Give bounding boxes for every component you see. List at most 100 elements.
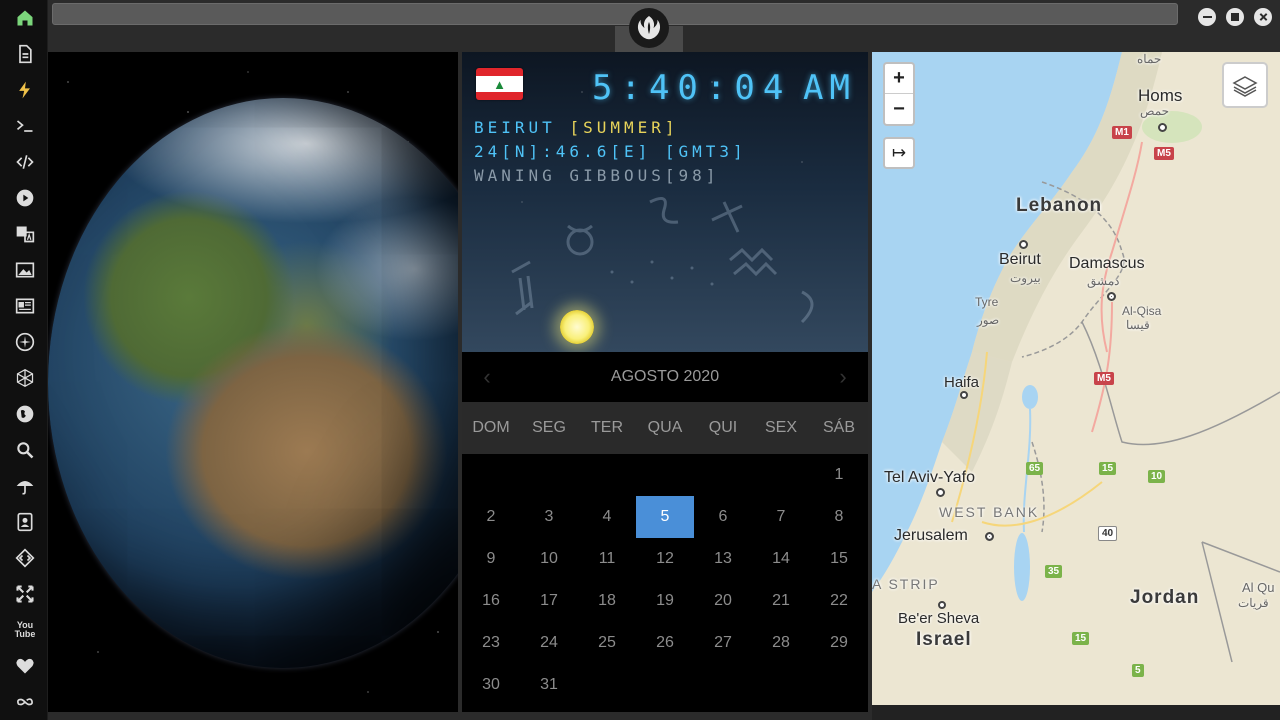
lightning-icon	[19, 81, 30, 99]
calendar-day[interactable]: 3	[520, 496, 578, 538]
sidebar-item-expand-arrows[interactable]	[12, 581, 38, 607]
calendar-grid: 1 2 3 4 5 6 7 8 9 10 11 12 13 14 15 16 17 18 19 20 21 22 23 24 2…	[462, 454, 868, 706]
sidebar-item-code[interactable]	[12, 149, 38, 175]
sidebar-item-image[interactable]	[12, 257, 38, 283]
sidebar-item-infinity-cloud[interactable]	[12, 689, 38, 715]
calendar-day[interactable]: 18	[578, 580, 636, 622]
sidebar-item-terminal[interactable]	[12, 113, 38, 139]
weekday-header: SEX	[764, 419, 797, 436]
calendar-day[interactable]: 22	[810, 580, 868, 622]
clock-coords: 24[N]:46.6[E] [GMT3]	[474, 142, 747, 161]
calendar-day[interactable]: 21	[752, 580, 810, 622]
sidebar-item-lightning[interactable]	[12, 77, 38, 103]
map-label-israel: Israel	[916, 629, 972, 650]
calendar-week-row: 16 17 18 19 20 21 22	[462, 580, 868, 622]
calendar-day[interactable]: 20	[694, 580, 752, 622]
map-label-gaza-strip: A STRIP	[872, 576, 940, 592]
calendar-day[interactable]: 15	[810, 538, 868, 580]
map-dot-beirut	[1019, 240, 1028, 249]
calendar-day[interactable]: 30	[462, 664, 520, 706]
rebel-alliance-icon	[637, 16, 661, 40]
sidebar-item-search[interactable]	[12, 437, 38, 463]
sidebar-item-youtube[interactable]: You Tube	[12, 617, 38, 643]
map-view[interactable]: حماه Homs حمص M1 M5 Lebanon Beirut بيروت…	[872, 52, 1280, 705]
hexagon-icon	[16, 368, 34, 388]
calendar-day[interactable]: 29	[810, 622, 868, 664]
layers-button[interactable]	[1222, 62, 1268, 108]
road-shield-m5: M5	[1154, 147, 1174, 160]
calendar-next-button[interactable]: ›	[830, 364, 856, 390]
calendar-day[interactable]: 11	[578, 538, 636, 580]
play-icon	[16, 189, 34, 207]
calendar-week-row: 2345678	[462, 496, 868, 538]
address-bar[interactable]	[52, 3, 1178, 25]
sidebar-item-rebel-alliance[interactable]	[12, 329, 38, 355]
calendar-day[interactable]: 23	[462, 622, 520, 664]
sidebar-item-translate[interactable]	[12, 221, 38, 247]
sidebar-item-globe[interactable]	[12, 401, 38, 427]
calendar-empty-cell	[636, 454, 694, 496]
map-label-al-qu: Al Qu	[1242, 580, 1275, 595]
map-label-jerusalem: Jerusalem	[894, 527, 968, 544]
map-dot-tel-aviv	[936, 488, 945, 497]
calendar-day[interactable]: 10	[520, 538, 578, 580]
calendar-empty-cell	[694, 664, 752, 706]
calendar-day[interactable]: 31	[520, 664, 578, 706]
calendar-day[interactable]: 12	[636, 538, 694, 580]
calendar-day[interactable]: 7	[752, 496, 810, 538]
sidebar-item-newspaper[interactable]	[12, 293, 38, 319]
sidebar-item-hexagon[interactable]	[12, 365, 38, 391]
map-label-beirut-ar: بيروت	[1010, 271, 1041, 285]
road-shield-65: 65	[1026, 462, 1044, 475]
sidebar-item-heart[interactable]	[12, 653, 38, 679]
road-shield-15-south: 15	[1072, 632, 1090, 645]
rebel-alliance-logo[interactable]	[629, 8, 669, 48]
calendar-day[interactable]: 2	[462, 496, 520, 538]
maximize-button[interactable]	[1226, 8, 1244, 26]
calendar-day[interactable]: 9	[462, 538, 520, 580]
calendar-day[interactable]: 8	[810, 496, 868, 538]
terminal-icon	[16, 120, 33, 132]
map-dot-jerusalem	[985, 532, 994, 541]
road-shield-m5-south: M5	[1094, 372, 1114, 385]
calendar-day[interactable]: 4	[578, 496, 636, 538]
calendar-day[interactable]: 25	[578, 622, 636, 664]
calendar-day[interactable]: 24	[520, 622, 578, 664]
calendar-day[interactable]: 16	[462, 580, 520, 622]
sidebar-item-home[interactable]	[12, 5, 38, 31]
minimize-button[interactable]	[1198, 8, 1216, 26]
calendar-day[interactable]: 5	[636, 496, 694, 538]
sidebar-item-document[interactable]	[12, 41, 38, 67]
calendar-day[interactable]: 19	[636, 580, 694, 622]
map-label-alqisa-ar: قيسا	[1126, 318, 1150, 332]
close-button[interactable]	[1254, 8, 1272, 26]
calendar-day[interactable]: 14	[752, 538, 810, 580]
lebanon-flag-icon: ▲	[476, 68, 523, 100]
calendar-day[interactable]: 17	[520, 580, 578, 622]
calendar-empty-cell	[810, 664, 868, 706]
contact-card-icon	[17, 512, 33, 532]
calendar-empty-cell	[752, 454, 810, 496]
infinity-cloud-icon	[17, 698, 33, 706]
calendar-day[interactable]: 6	[694, 496, 752, 538]
calendar-prev-button[interactable]: ‹	[474, 364, 500, 390]
weekday-header: SEG	[532, 419, 566, 436]
calendar-week-row: 9 10 11 12 13 14 15	[462, 538, 868, 580]
clock-ampm: AM	[803, 68, 856, 108]
calendar-day[interactable]: 28	[752, 622, 810, 664]
sidebar-item-diamond-code[interactable]	[12, 545, 38, 571]
calendar-day[interactable]: 27	[694, 622, 752, 664]
globe-view[interactable]	[48, 52, 458, 712]
calendar-day[interactable]: 1	[810, 454, 868, 496]
sidebar-item-contact-card[interactable]	[12, 509, 38, 535]
map-footer	[872, 705, 1280, 720]
calendar-day[interactable]: 13	[694, 538, 752, 580]
zoom-out-button[interactable]: −	[885, 94, 913, 124]
zoom-in-button[interactable]: +	[885, 64, 913, 94]
sidebar-item-umbrella[interactable]	[12, 473, 38, 499]
sidebar-item-play[interactable]	[12, 185, 38, 211]
calendar-day[interactable]: 26	[636, 622, 694, 664]
weekday-header: QUI	[708, 419, 738, 436]
weekday-header: QUA	[647, 419, 683, 436]
expand-map-button[interactable]: ↦	[883, 137, 915, 169]
